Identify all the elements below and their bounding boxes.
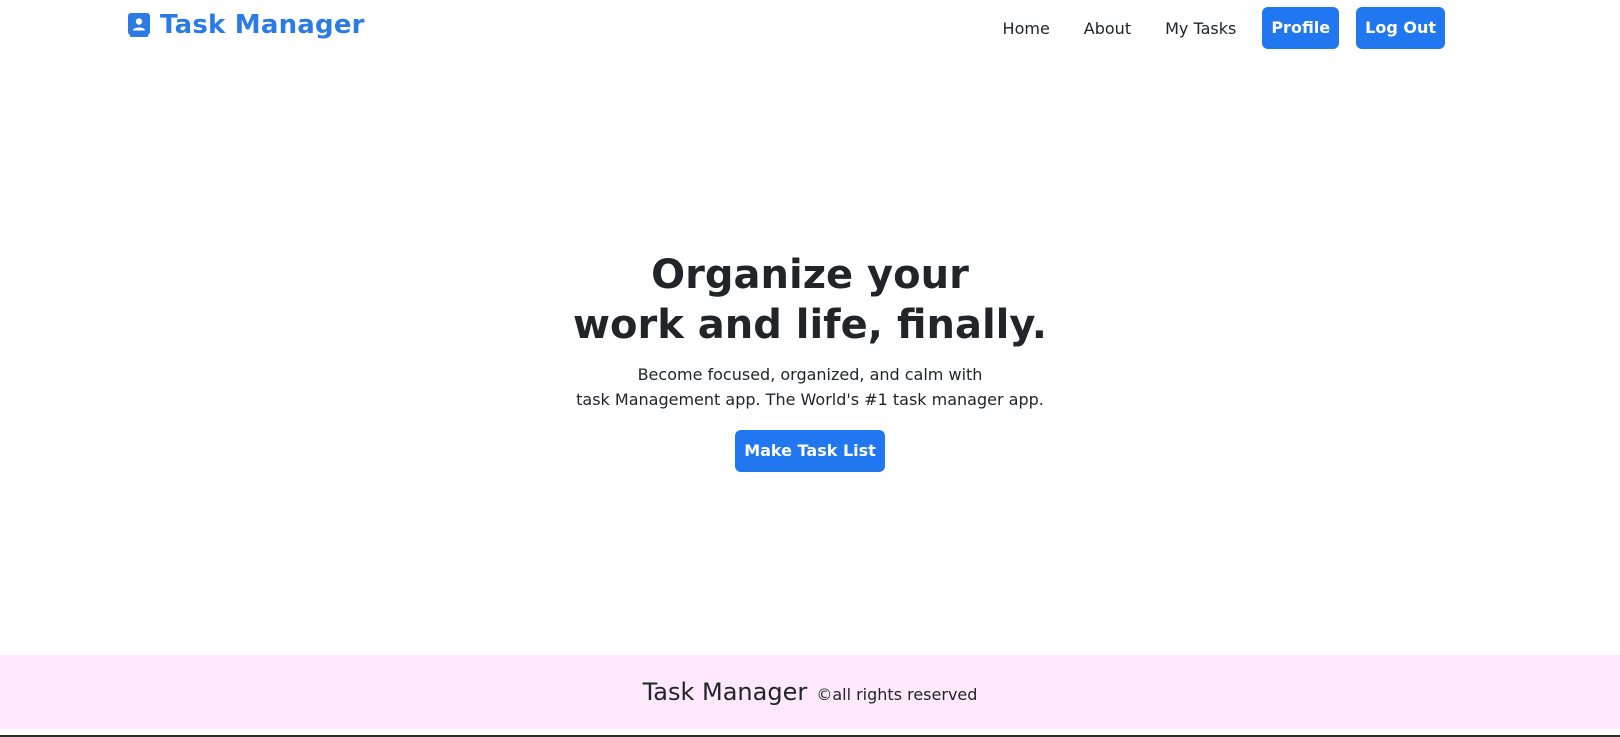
nav-links: Home About My Tasks Profile Log Out <box>1003 7 1445 49</box>
nav-link-home[interactable]: Home <box>1003 19 1050 38</box>
hero-section: Organize your work and life, finally. Be… <box>0 250 1620 472</box>
hero-subtitle-line-1: Become focused, organized, and calm with <box>637 365 983 384</box>
profile-button[interactable]: Profile <box>1262 7 1340 49</box>
footer-copyright: ©all rights reserved <box>816 685 978 704</box>
hero-title: Organize your work and life, finally. <box>0 250 1620 350</box>
nav-link-about[interactable]: About <box>1084 19 1131 38</box>
make-task-list-button[interactable]: Make Task List <box>735 430 885 472</box>
person-badge-icon <box>128 13 150 37</box>
hero-title-line-1: Organize your <box>651 252 969 298</box>
hero-title-line-2: work and life, finally. <box>573 302 1047 348</box>
page: Task Manager Home About My Tasks Profile… <box>0 0 1620 737</box>
footer-brand: Task Manager <box>642 678 808 706</box>
navbar: Task Manager Home About My Tasks Profile… <box>0 0 1620 58</box>
brand-title: Task Manager <box>160 10 365 40</box>
nav-link-my-tasks[interactable]: My Tasks <box>1165 19 1236 38</box>
footer: Task Manager ©all rights reserved <box>0 655 1620 729</box>
logout-button[interactable]: Log Out <box>1356 7 1445 49</box>
hero-subtitle-line-2: task Management app. The World's #1 task… <box>576 390 1044 409</box>
hero-subtitle: Become focused, organized, and calm with… <box>0 362 1620 412</box>
brand-link[interactable]: Task Manager <box>128 10 365 40</box>
